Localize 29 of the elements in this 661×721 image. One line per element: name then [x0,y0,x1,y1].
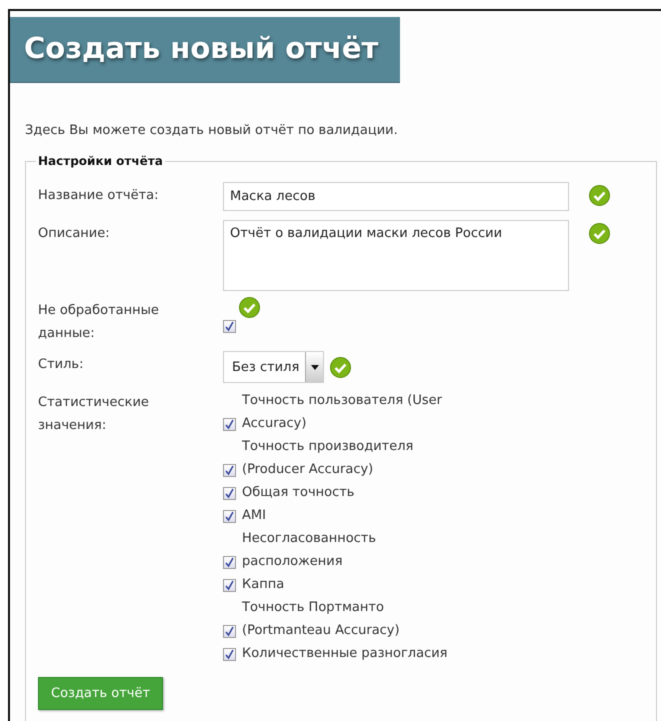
field-label: Стиль: [38,356,84,374]
field-label: Не обработанные данные: [38,302,160,343]
checkbox[interactable] [223,648,236,661]
option-label: Точность Портманто (Portmanteau Accuracy) [242,599,401,640]
option-label: Точность пользователя (User Accuracy) [242,392,443,433]
report-name-field[interactable]: Маска лесов [223,182,569,211]
checkbox[interactable] [223,625,236,638]
field-label: Описание: [38,225,111,243]
intro-text: Здесь Вы можете создать новый отчёт по валидации. [25,123,399,138]
option-label: Каппа [242,576,284,594]
page-title: Создать новый отчёт [10,17,400,83]
panel-legend: Настройки отчёта [36,154,165,168]
field-label: Статистические значения: [38,394,150,435]
checkbox[interactable] [223,464,236,477]
checkbox[interactable] [223,418,236,431]
checkbox[interactable] [223,320,236,333]
checkbox[interactable] [223,487,236,500]
style-dropdown[interactable]: Без стиля [223,351,324,383]
checkbox[interactable] [223,510,236,523]
field-label: Название отчёта: [38,187,160,205]
description-field[interactable]: Отчёт о валидации маски лесов России [223,220,569,291]
option-label: AMI [242,507,266,525]
caret-icon [310,364,319,370]
checkbox[interactable] [223,579,236,592]
option-label: Общая точность [242,484,354,502]
option-label: Точность производителя (Producer Accuracy) [242,438,414,479]
option-label: Несогласованность расположения [242,530,378,571]
checkbox[interactable] [223,556,236,569]
option-label: Количественные разногласия [242,645,448,663]
